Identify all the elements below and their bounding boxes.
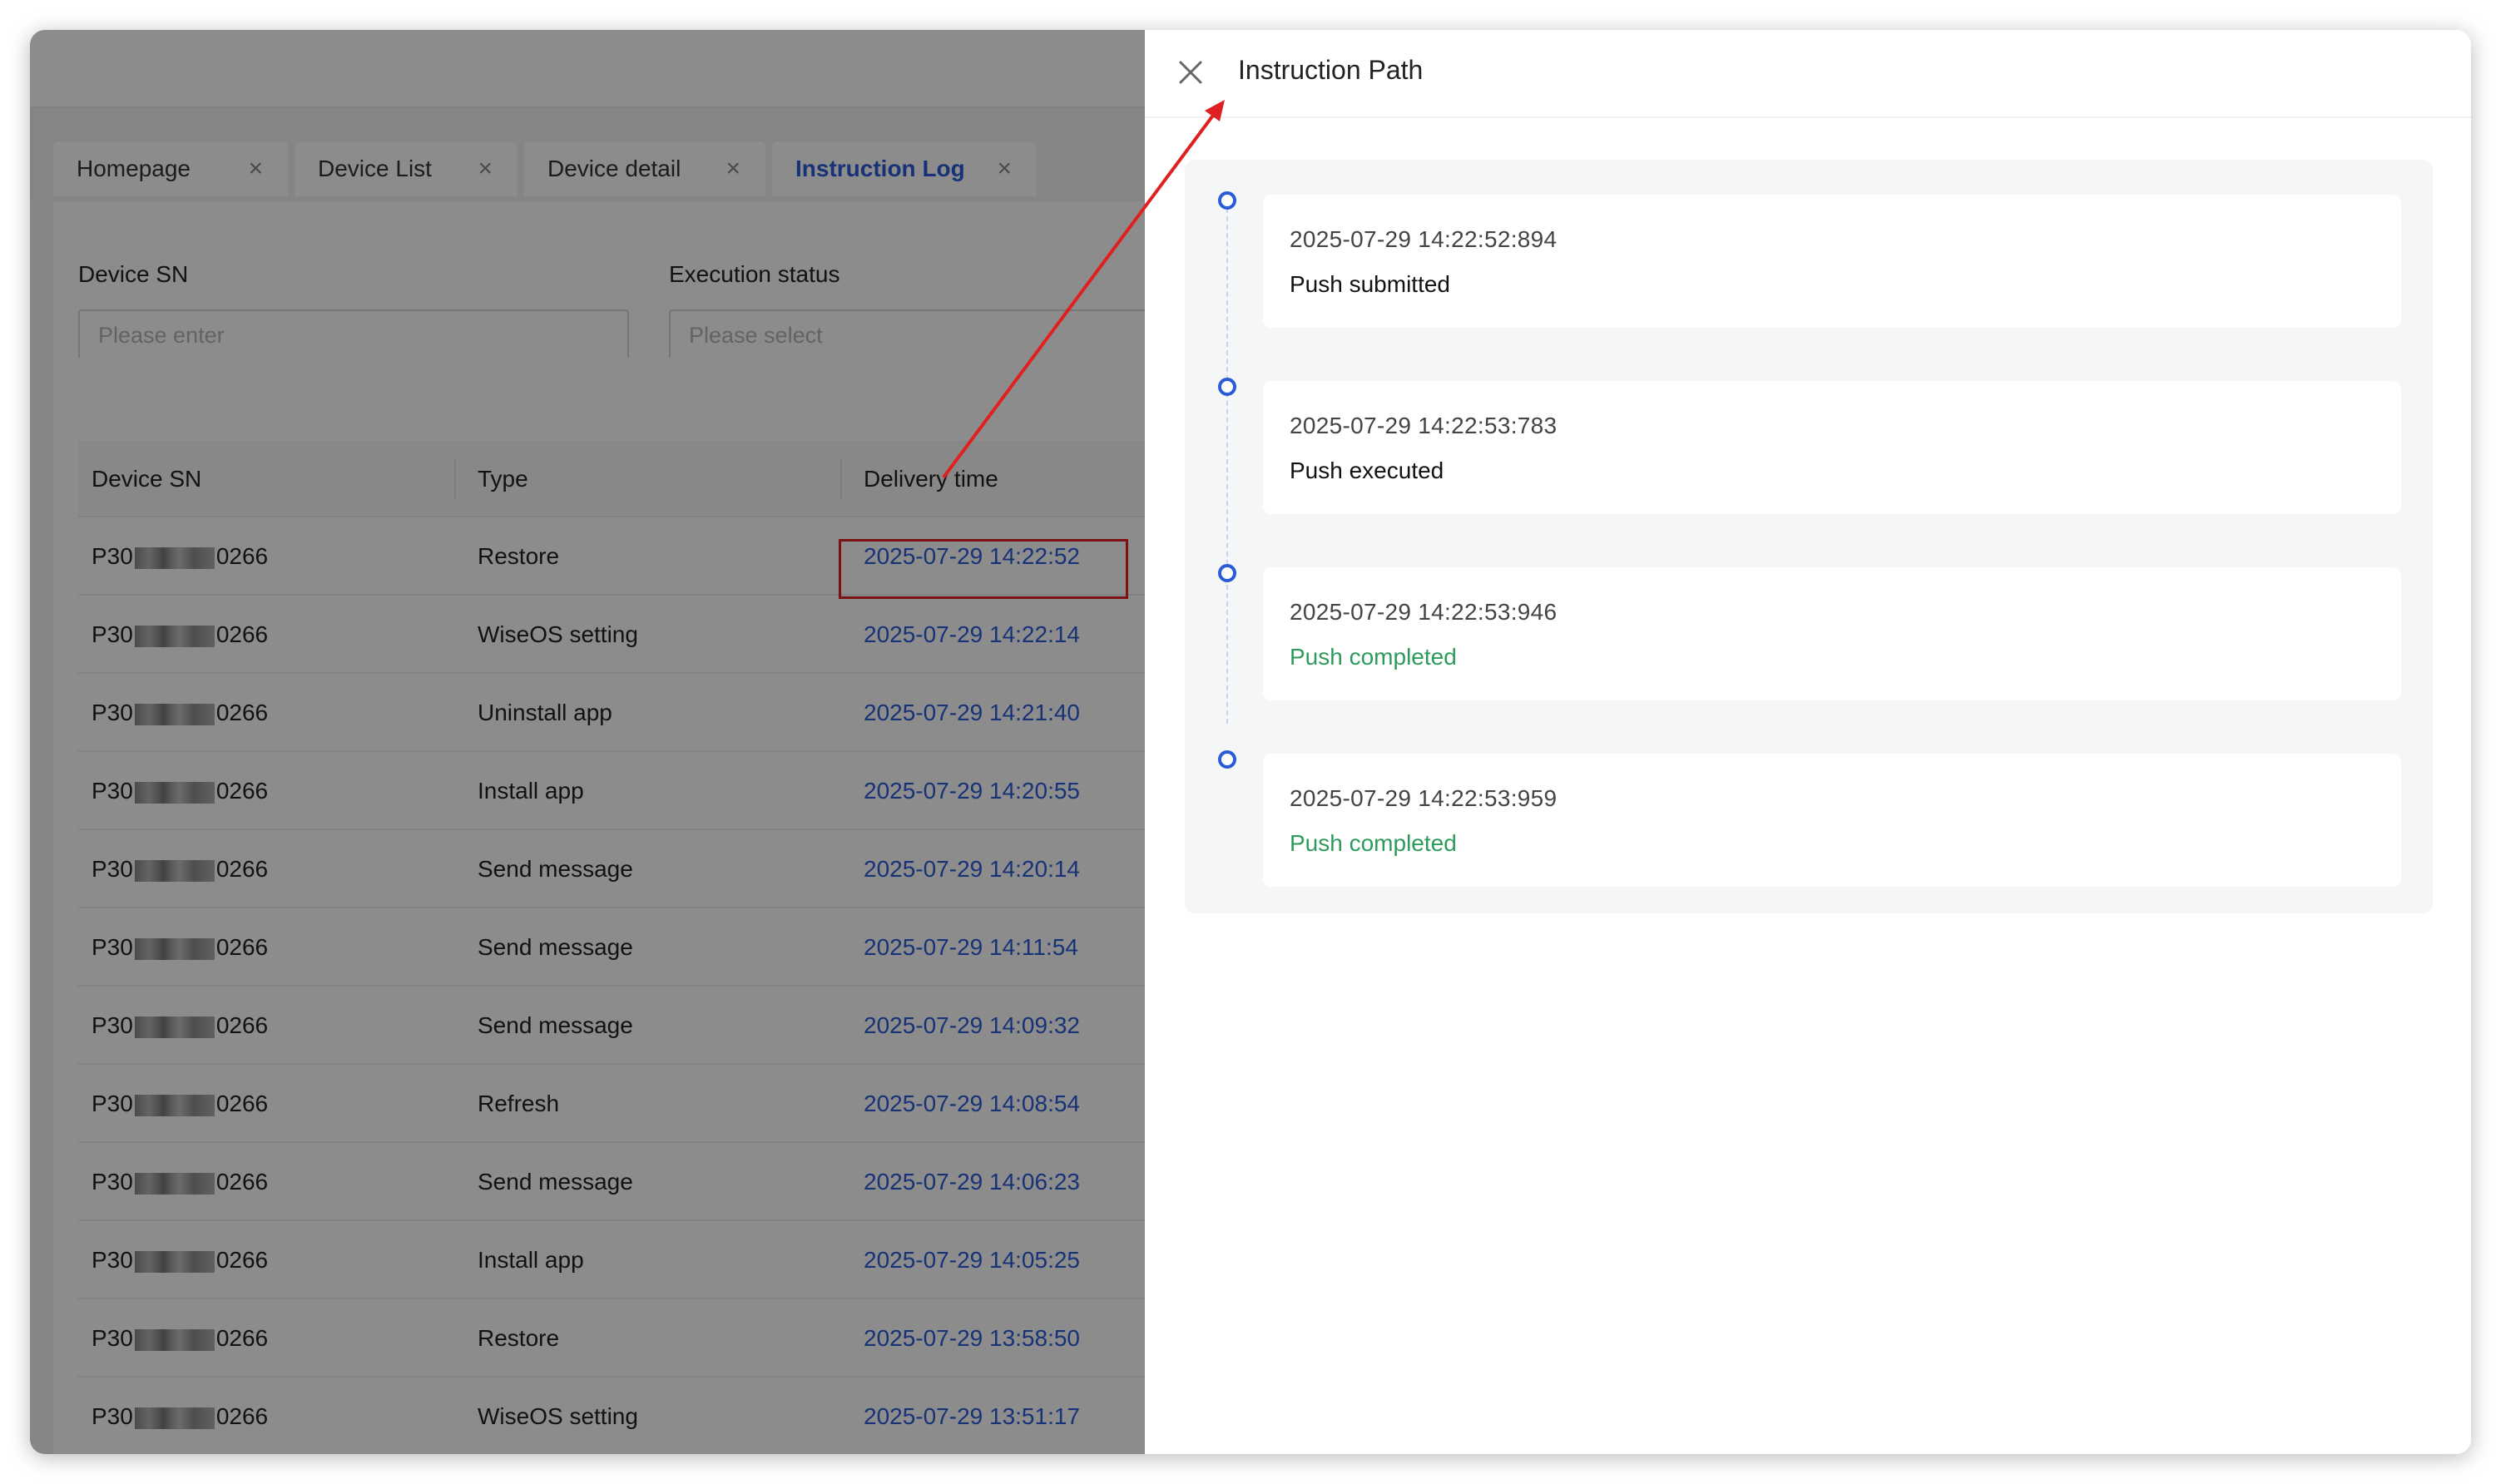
overlay-mask[interactable] — [30, 30, 1145, 1454]
timeline-event: 2025-07-29 14:22:53:946 Push completed — [1263, 567, 2401, 700]
timeline: 2025-07-29 14:22:52:894 Push submitted 202… — [1185, 160, 2433, 913]
drawer-header: Instruction Path — [1145, 30, 2471, 118]
drawer-title: Instruction Path — [1238, 55, 1424, 85]
close-icon[interactable] — [1176, 58, 1205, 87]
timeline-event: 2025-07-29 14:22:52:894 Push submitted — [1263, 195, 2401, 328]
timeline-dot — [1218, 750, 1236, 769]
event-time: 2025-07-29 14:22:52:894 — [1290, 226, 1558, 252]
event-status: Push submitted — [1290, 271, 1450, 297]
timeline-dot — [1218, 564, 1236, 582]
event-status: Push executed — [1290, 458, 1444, 483]
timeline-connector — [1226, 208, 1228, 724]
instruction-path-drawer: Instruction Path 2025-07-29 14:22:52:894… — [1145, 30, 2471, 1454]
event-status: Push completed — [1290, 830, 1457, 856]
event-status: Push completed — [1290, 644, 1457, 670]
timeline-event: 2025-07-29 14:22:53:959 Push completed — [1263, 754, 2401, 887]
event-time: 2025-07-29 14:22:53:959 — [1290, 785, 1558, 811]
timeline-dot — [1218, 378, 1236, 396]
event-time: 2025-07-29 14:22:53:946 — [1290, 599, 1558, 625]
event-time: 2025-07-29 14:22:53:783 — [1290, 413, 1558, 438]
timeline-dot — [1218, 191, 1236, 210]
app-window: Homepage × Device List × Device detail ×… — [30, 30, 2471, 1454]
timeline-event: 2025-07-29 14:22:53:783 Push executed — [1263, 381, 2401, 514]
